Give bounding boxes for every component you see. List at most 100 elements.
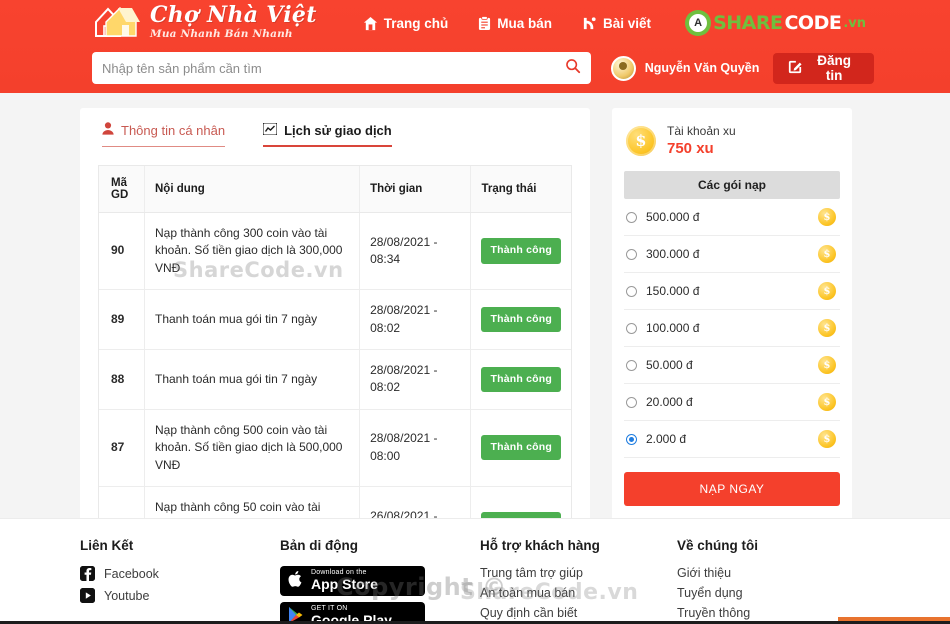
brand-vn-text: .vn bbox=[843, 15, 866, 31]
post-listing-label: Đăng tin bbox=[817, 53, 852, 83]
status-badge: Thành công bbox=[481, 366, 561, 392]
cell-content: Nạp thành công 500 coin vào tài khoản. S… bbox=[143, 409, 360, 487]
table-head: Mã GD Nội dung Thời gian Trạng thái bbox=[99, 166, 571, 213]
avatar[interactable] bbox=[610, 55, 636, 81]
package-option-1[interactable]: 300.000 đ $ bbox=[624, 236, 840, 273]
coin-icon: $ bbox=[818, 282, 836, 300]
table-row: 88 Thanh toán mua gói tin 7 ngày 28/08/202… bbox=[99, 349, 571, 410]
column-header-ma-gd: Mã GD bbox=[99, 166, 145, 213]
clipboard-icon bbox=[478, 15, 491, 31]
rss-icon bbox=[582, 16, 597, 31]
wallet-card: $ Tài khoản xu 750 xu Các gói nạp 500.00… bbox=[612, 108, 852, 524]
search-icon[interactable] bbox=[565, 58, 581, 79]
tab-lich-su-giao-dich[interactable]: Lịch sử giao dịch bbox=[262, 121, 392, 147]
column-header-noi-dung: Nội dung bbox=[143, 166, 360, 213]
account-tabs: Thông tin cá nhân Lịch sử giao dịch bbox=[98, 121, 572, 147]
cell-status: Thành công bbox=[470, 289, 571, 350]
column-header-thoi-gian: Thời gian bbox=[359, 166, 471, 213]
footer-link[interactable]: Truyền thông bbox=[677, 606, 758, 620]
cell-time: 28/08/2021 - 08:34 bbox=[359, 212, 471, 291]
ma-gd-line1: Mã bbox=[111, 177, 127, 189]
footer-heading: Bản di động bbox=[280, 538, 358, 553]
transactions-table: Mã GD Nội dung Thời gian Trạng thái 90 Nạ… bbox=[99, 166, 571, 564]
appstore-line1: Download on the bbox=[311, 569, 367, 577]
sharecode-watermark-logo: A SHARE CODE .vn bbox=[685, 10, 866, 36]
coin-icon: $ bbox=[626, 125, 656, 156]
table-body: 90 Nạp thành công 300 coin vào tài khoản.… bbox=[99, 212, 571, 564]
tab-label: Lịch sử giao dịch bbox=[284, 122, 392, 138]
package-radio[interactable] bbox=[626, 285, 637, 297]
footer-link-facebook[interactable]: Facebook bbox=[80, 566, 280, 581]
packages-list: 500.000 đ $ 300.000 đ $150.000 đ $100.000 đ $… bbox=[624, 199, 840, 458]
wallet-balance: 750 xu bbox=[667, 140, 714, 157]
package-option-6[interactable]: 2.000 đ $ bbox=[624, 421, 840, 458]
table-row: 87 Nạp thành công 500 coin vào tài khoản.… bbox=[99, 409, 571, 487]
nav-label: Bài viết bbox=[603, 15, 652, 31]
nav-item-trang-chu[interactable]: Trang chủ bbox=[363, 15, 449, 31]
footer-link[interactable]: Quy định cần biết bbox=[480, 606, 677, 620]
coin-icon: $ bbox=[818, 319, 836, 337]
package-radio[interactable] bbox=[626, 248, 637, 260]
package-label: 300.000 đ bbox=[646, 247, 700, 261]
cell-transaction-id: 89 bbox=[99, 289, 145, 350]
package-option-3[interactable]: 100.000 đ $ bbox=[624, 310, 840, 347]
youtube-icon bbox=[80, 588, 95, 603]
table-row: 90 Nạp thành công 300 coin vào tài khoản.… bbox=[99, 212, 571, 291]
wallet-label: Tài khoản xu bbox=[667, 124, 736, 138]
nav-label: Trang chủ bbox=[383, 15, 449, 31]
cell-content: Thanh toán mua gói tin 7 ngày bbox=[143, 289, 360, 350]
footer-link[interactable]: An toàn mua bán bbox=[480, 586, 677, 600]
footer-column-lien-ket: Liên Kết Facebook Youtube bbox=[80, 538, 280, 624]
package-option-4[interactable]: 50.000 đ $ bbox=[624, 347, 840, 384]
table-row: 89 Thanh toán mua gói tin 7 ngày 28/08/202… bbox=[99, 289, 571, 350]
username: Nguyễn Văn Quyền bbox=[644, 61, 760, 75]
home-icon bbox=[363, 16, 378, 31]
topup-now-button[interactable]: NẠP NGAY bbox=[624, 472, 840, 506]
googleplay-line1: GET IT ON bbox=[311, 605, 348, 613]
status-badge: Thành công bbox=[481, 306, 561, 333]
footer-accent-bar bbox=[838, 617, 950, 621]
package-option-2[interactable]: 150.000 đ $ bbox=[624, 273, 840, 310]
nav-item-mua-ban[interactable]: Mua bán bbox=[478, 16, 552, 31]
sharecode-circle-icon: A bbox=[685, 10, 712, 36]
status-badge: Thành công bbox=[481, 435, 561, 461]
package-option-5[interactable]: 20.000 đ $ bbox=[624, 384, 840, 421]
nav-item-bai-viet[interactable]: Bài viết bbox=[582, 16, 651, 31]
package-option-0[interactable]: 500.000 đ $ bbox=[624, 199, 840, 236]
package-radio[interactable] bbox=[626, 359, 637, 371]
cell-time: 28/08/2021 - 08:02 bbox=[359, 349, 471, 410]
cell-content: Nạp thành công 300 coin vào tài khoản. S… bbox=[143, 212, 360, 291]
package-radio[interactable] bbox=[626, 211, 637, 223]
table-header-row: Mã GD Nội dung Thời gian Trạng thái bbox=[99, 166, 571, 213]
package-radio[interactable] bbox=[626, 396, 637, 408]
footer-link[interactable]: Tuyển dụng bbox=[677, 586, 758, 600]
logo-slogan: Mua Nhanh Bán Nhanh bbox=[150, 28, 293, 41]
wallet-balance-row: $ Tài khoản xu 750 xu bbox=[624, 120, 840, 167]
package-label: 50.000 đ bbox=[646, 358, 693, 372]
post-listing-button[interactable]: Đăng tin bbox=[773, 52, 874, 84]
tab-label: Thông tin cá nhân bbox=[121, 122, 226, 138]
user-area[interactable]: Nguyễn Văn Quyền bbox=[610, 55, 760, 81]
footer-link-label: Youtube bbox=[104, 588, 150, 603]
appstore-badge[interactable]: Download on the App Store bbox=[280, 566, 425, 596]
house-logo-icon bbox=[92, 2, 144, 40]
appstore-line2: App Store bbox=[311, 576, 378, 593]
footer-link-youtube[interactable]: Youtube bbox=[80, 588, 280, 603]
tab-thong-tin-ca-nhan[interactable]: Thông tin cá nhân bbox=[102, 122, 226, 147]
footer-column-ban-di-dong: Bản di động Download on the App Store GE… bbox=[280, 538, 480, 624]
search-box[interactable] bbox=[92, 52, 591, 84]
footer-link[interactable]: Giới thiệu bbox=[677, 566, 758, 580]
packages-panel-title: Các gói nạp bbox=[624, 171, 840, 199]
site-logo[interactable]: Chợ Nhà Việt Mua Nhanh Bán Nhanh bbox=[92, 2, 317, 40]
search-input[interactable] bbox=[102, 60, 565, 76]
package-label: 2.000 đ bbox=[646, 432, 687, 446]
cell-transaction-id: 90 bbox=[99, 212, 145, 291]
package-radio[interactable] bbox=[626, 433, 637, 445]
apple-icon bbox=[288, 570, 304, 593]
status-badge: Thành công bbox=[481, 238, 561, 264]
package-radio[interactable] bbox=[626, 322, 637, 334]
cell-transaction-id: 87 bbox=[99, 409, 145, 487]
footer-link[interactable]: Trung tâm trợ giúp bbox=[480, 566, 677, 580]
coin-icon: $ bbox=[818, 245, 836, 263]
cell-status: Thành công bbox=[470, 349, 571, 410]
